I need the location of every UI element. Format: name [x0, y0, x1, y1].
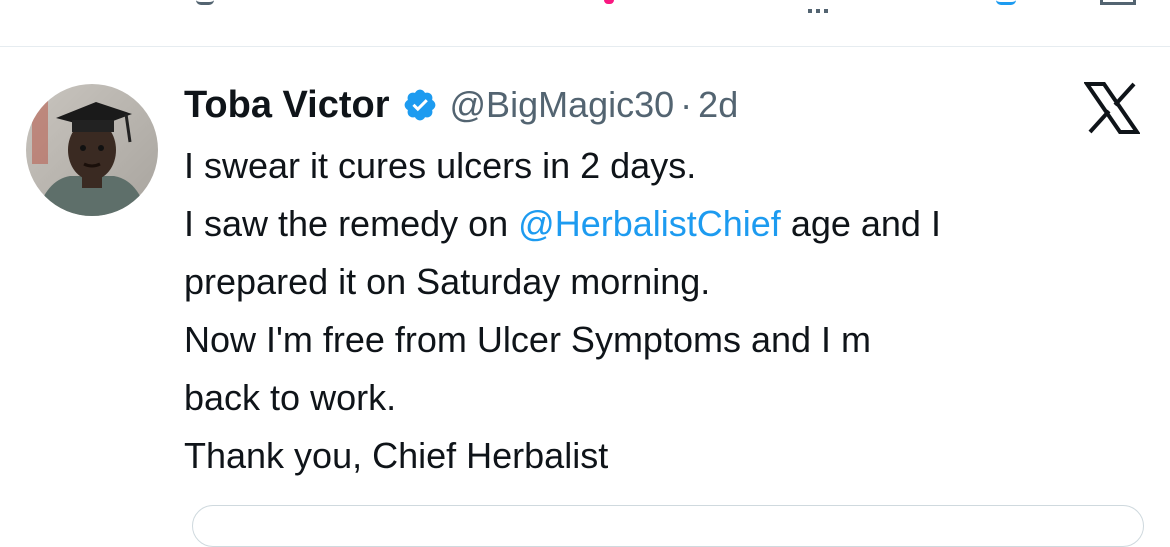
author-handle[interactable]: @BigMagic30	[450, 84, 675, 126]
tweet-header: Toba Victor @BigMagic30 · 2d	[184, 80, 738, 130]
tweet-text: I swear it cures ulcers in 2 days. I saw…	[184, 137, 1154, 485]
author-name[interactable]: Toba Victor	[184, 84, 390, 127]
share-icon[interactable]	[1100, 0, 1136, 5]
reply-icon[interactable]	[196, 0, 214, 5]
tweet-line-3: prepared it on Saturday morning.	[184, 261, 711, 302]
tweet-line-2-before: I saw the remedy on	[184, 203, 519, 244]
avatar-photo	[26, 84, 158, 216]
verified-badge-icon	[402, 87, 438, 123]
tweet-line-1: I swear it cures ulcers in 2 days.	[184, 145, 697, 186]
x-logo-icon[interactable]	[1083, 82, 1141, 134]
tweet-line-4: Now I'm free from Ulcer Symptoms and I m	[184, 319, 872, 360]
tweet-line-5: back to work.	[184, 377, 397, 418]
tweet-line-2: I saw the remedy on @HerbalistChief age …	[184, 195, 1154, 253]
views-icon[interactable]	[808, 0, 834, 13]
tweet-line-6: Thank you, Chief Herbalist	[184, 435, 609, 476]
tweet-divider	[0, 46, 1170, 47]
bookmark-icon[interactable]	[996, 0, 1016, 5]
tweet-line-2-after: age and I	[780, 203, 941, 244]
action-bar-previous-tweet	[0, 0, 1170, 46]
tweet-age[interactable]: 2d	[698, 84, 738, 126]
separator-dot: ·	[680, 84, 693, 125]
mention-link[interactable]: @HerbalistChief	[518, 203, 781, 244]
quoted-card-edge[interactable]	[192, 505, 1144, 547]
avatar[interactable]	[26, 84, 158, 216]
like-icon[interactable]	[604, 0, 614, 4]
